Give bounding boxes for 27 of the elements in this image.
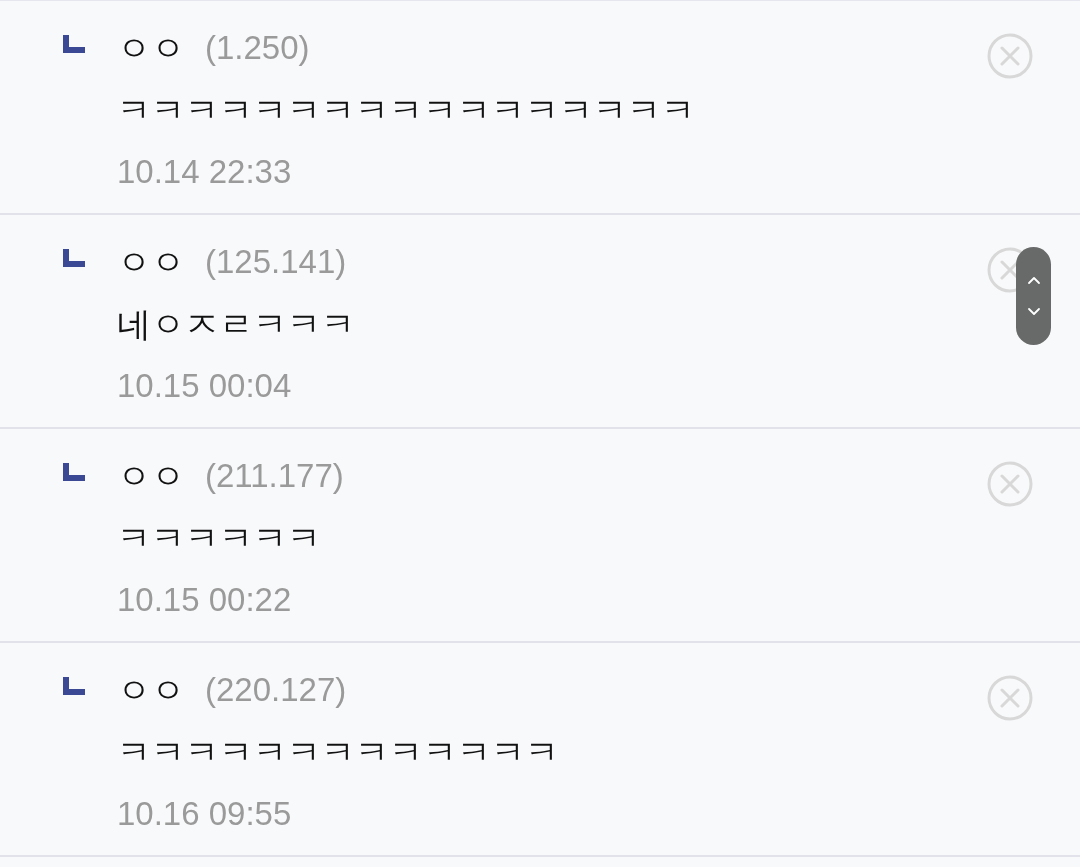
comment-time: 10.16 09:55 bbox=[117, 794, 292, 834]
reply-icon bbox=[63, 463, 85, 481]
comment-time: 10.14 22:33 bbox=[117, 152, 292, 192]
close-icon bbox=[987, 33, 1033, 79]
close-icon bbox=[987, 675, 1033, 721]
comment-text: ㅋㅋㅋㅋㅋㅋㅋㅋㅋㅋㅋㅋㅋㅋㅋㅋㅋ bbox=[117, 90, 695, 131]
comment-text: 네ㅇㅈㄹㅋㅋㅋ bbox=[117, 304, 355, 345]
comment-time: 10.15 00:22 bbox=[117, 580, 292, 620]
comment-time: 10.15 00:04 bbox=[117, 366, 292, 406]
author-name: ㅇㅇ bbox=[117, 670, 185, 711]
ip-address: (1.250) bbox=[205, 28, 310, 68]
author-name: ㅇㅇ bbox=[117, 242, 185, 283]
reply-icon bbox=[63, 35, 85, 53]
chevron-up-icon bbox=[1026, 275, 1041, 285]
ip-address: (211.177) bbox=[205, 456, 344, 496]
scroll-up-button[interactable] bbox=[1026, 275, 1041, 285]
reply-icon bbox=[63, 677, 85, 695]
comment-text: ㅋㅋㅋㅋㅋㅋ bbox=[117, 518, 321, 559]
reply-icon bbox=[63, 249, 85, 267]
comment-text: ㅋㅋㅋㅋㅋㅋㅋㅋㅋㅋㅋㅋㅋ bbox=[117, 732, 559, 773]
scroll-down-button[interactable] bbox=[1026, 307, 1041, 317]
chevron-down-icon bbox=[1026, 307, 1041, 317]
ip-address: (125.141) bbox=[205, 242, 347, 282]
ip-address: (220.127) bbox=[205, 670, 347, 710]
close-icon bbox=[987, 461, 1033, 507]
author-name: ㅇㅇ bbox=[117, 456, 185, 497]
author-name: ㅇㅇ bbox=[117, 28, 185, 69]
